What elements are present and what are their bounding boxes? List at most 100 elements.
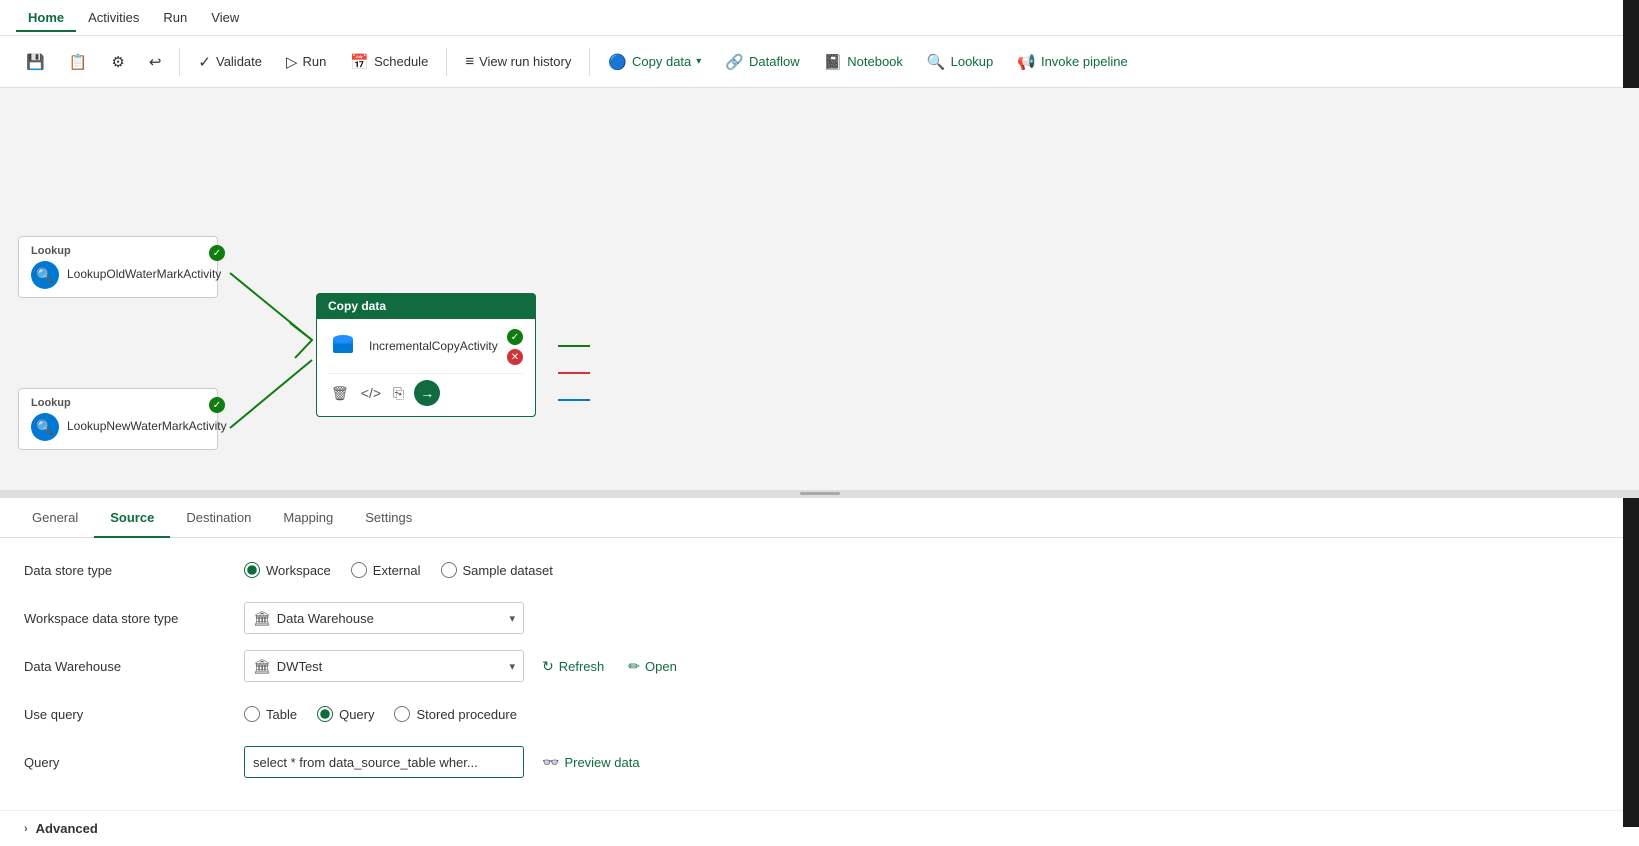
- open-label: Open: [645, 659, 677, 674]
- connector-svg: [0, 88, 1639, 496]
- saveas-button[interactable]: 📋: [59, 48, 98, 76]
- workspace-data-store-type-label: Workspace data store type: [24, 611, 244, 626]
- copy-data-node[interactable]: Copy data IncrementalCopyActivity ✓ ✕: [316, 293, 536, 417]
- lookup-button[interactable]: 🔍 Lookup: [917, 48, 1003, 76]
- copy-data-node-label: IncrementalCopyActivity: [369, 339, 498, 355]
- preview-data-button[interactable]: 👓 Preview data: [536, 750, 646, 775]
- invoke-pipeline-button[interactable]: 📢 Invoke pipeline: [1007, 48, 1137, 76]
- tab-destination[interactable]: Destination: [170, 498, 267, 537]
- preview-data-icon: 👓: [542, 754, 559, 771]
- query-row: Query 👓 Preview data: [24, 746, 1615, 778]
- menu-view[interactable]: View: [199, 4, 251, 31]
- canvas-resize-handle[interactable]: [0, 490, 1639, 496]
- refresh-icon: ↻: [542, 658, 554, 675]
- radio-stored-procedure[interactable]: Stored procedure: [394, 706, 516, 722]
- refresh-button[interactable]: ↻ Refresh: [536, 654, 610, 679]
- lookup-node-1-label: LookupOldWaterMarkActivity: [67, 267, 221, 283]
- radio-stored-procedure-input[interactable]: [394, 706, 410, 722]
- lookup-node-2-status: ✓: [209, 397, 225, 413]
- copy-data-label: Copy data: [632, 54, 691, 69]
- radio-external-input[interactable]: [351, 562, 367, 578]
- validate-label: Validate: [216, 54, 262, 69]
- lookup-node-2[interactable]: Lookup 🔍 LookupNewWaterMarkActivity ✓: [18, 388, 218, 450]
- save-button[interactable]: 💾: [16, 48, 55, 76]
- toolbar: 💾 📋 ⚙ ↩ ✓ Validate ▷ Run 📅 Schedule ≡ Vi…: [0, 36, 1639, 88]
- invoke-pipeline-icon: 📢: [1017, 53, 1036, 71]
- radio-query-input[interactable]: [317, 706, 333, 722]
- menu-run[interactable]: Run: [151, 4, 199, 31]
- radio-table-input[interactable]: [244, 706, 260, 722]
- view-run-history-button[interactable]: ≡ View run history: [455, 48, 581, 75]
- pipeline-canvas[interactable]: Lookup 🔍 LookupOldWaterMarkActivity ✓ Lo…: [0, 88, 1639, 498]
- data-warehouse-control: 🏛 DWTest ▾ ↻ Refresh ✏ Open: [244, 650, 1615, 682]
- use-query-control: Table Query Stored procedure: [244, 706, 1615, 722]
- validate-button[interactable]: ✓ Validate: [188, 48, 272, 76]
- open-icon: ✏: [628, 658, 640, 675]
- copy-data-node-icon: [329, 331, 361, 363]
- history-icon: ≡: [465, 53, 474, 70]
- menu-activities[interactable]: Activities: [76, 4, 151, 31]
- lookup-node-1[interactable]: Lookup 🔍 LookupOldWaterMarkActivity ✓: [18, 236, 218, 298]
- schedule-button[interactable]: 📅 Schedule: [340, 48, 438, 76]
- notebook-button[interactable]: 📓 Notebook: [814, 48, 913, 76]
- data-store-type-radio-group: Workspace External Sample dataset: [244, 562, 553, 578]
- run-button[interactable]: ▷ Run: [276, 48, 336, 76]
- data-warehouse-dropdown[interactable]: 🏛 DWTest ▾: [244, 650, 524, 682]
- clone-node-button[interactable]: ⎘: [391, 383, 406, 404]
- menu-home[interactable]: Home: [16, 4, 76, 31]
- data-warehouse-label: Data Warehouse: [24, 659, 244, 674]
- resize-handle-bar: [800, 492, 840, 495]
- radio-table[interactable]: Table: [244, 706, 297, 722]
- tab-settings[interactable]: Settings: [349, 498, 428, 537]
- settings-button[interactable]: ⚙: [101, 48, 134, 76]
- workspace-data-store-type-value: Data Warehouse: [277, 611, 374, 626]
- copy-data-dropdown-arrow: ▾: [696, 56, 701, 67]
- radio-external-label: External: [373, 563, 421, 578]
- use-query-radio-group: Table Query Stored procedure: [244, 706, 517, 722]
- undo-button[interactable]: ↩: [139, 48, 172, 76]
- refresh-label: Refresh: [559, 659, 605, 674]
- schedule-label: Schedule: [374, 54, 428, 69]
- delete-node-button[interactable]: 🗑: [329, 383, 351, 404]
- radio-external[interactable]: External: [351, 562, 421, 578]
- tab-source[interactable]: Source: [94, 498, 170, 537]
- divider-1: [179, 48, 180, 76]
- save-icon: 💾: [26, 53, 45, 71]
- advanced-section[interactable]: › Advanced: [0, 810, 1639, 846]
- lookup-node-1-status: ✓: [209, 245, 225, 261]
- data-warehouse-arrow: ▾: [509, 660, 515, 673]
- preview-data-label: Preview data: [564, 755, 639, 770]
- notebook-icon: 📓: [824, 53, 843, 71]
- radio-stored-procedure-label: Stored procedure: [416, 707, 516, 722]
- invoke-pipeline-label: Invoke pipeline: [1041, 54, 1128, 69]
- workspace-data-store-type-dropdown[interactable]: 🏛 Data Warehouse ▾: [244, 602, 524, 634]
- radio-sample[interactable]: Sample dataset: [441, 562, 553, 578]
- radio-sample-input[interactable]: [441, 562, 457, 578]
- data-store-type-row: Data store type Workspace External Sampl…: [24, 554, 1615, 586]
- next-node-button[interactable]: →: [414, 380, 440, 406]
- radio-query-label: Query: [339, 707, 374, 722]
- data-store-type-control: Workspace External Sample dataset: [244, 562, 1615, 578]
- source-form: Data store type Workspace External Sampl…: [0, 538, 1639, 810]
- code-node-button[interactable]: </>: [359, 383, 383, 403]
- schedule-icon: 📅: [350, 53, 369, 71]
- saveas-icon: 📋: [69, 53, 88, 71]
- copy-error-badge: ✕: [507, 349, 523, 365]
- lookup-node-2-label: LookupNewWaterMarkActivity: [67, 419, 227, 435]
- radio-workspace[interactable]: Workspace: [244, 562, 331, 578]
- dataflow-button[interactable]: 🔗 Dataflow: [715, 48, 809, 76]
- radio-query[interactable]: Query: [317, 706, 374, 722]
- use-query-row: Use query Table Query Stored procedure: [24, 698, 1615, 730]
- radio-workspace-input[interactable]: [244, 562, 260, 578]
- tab-general[interactable]: General: [16, 498, 94, 537]
- divider-3: [589, 48, 590, 76]
- notebook-label: Notebook: [847, 54, 903, 69]
- copy-data-button[interactable]: 🔵 Copy data ▾: [598, 48, 711, 76]
- dataflow-label: Dataflow: [749, 54, 800, 69]
- advanced-chevron: ›: [24, 823, 28, 835]
- open-button[interactable]: ✏ Open: [622, 654, 683, 679]
- copy-data-node-header: Copy data: [316, 293, 536, 319]
- run-icon: ▷: [286, 53, 298, 71]
- query-input[interactable]: [244, 746, 524, 778]
- tab-mapping[interactable]: Mapping: [267, 498, 349, 537]
